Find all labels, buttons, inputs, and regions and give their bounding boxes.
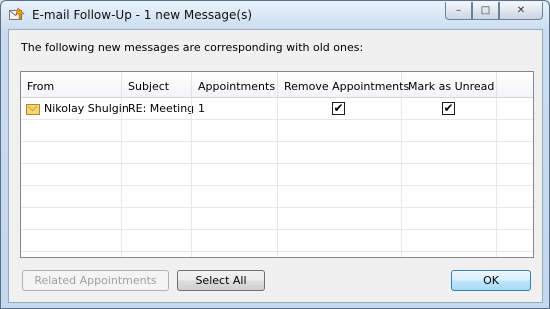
close-button[interactable]: ✕: [499, 2, 543, 20]
column-header-remove-appointments[interactable]: Remove Appointments: [278, 72, 409, 97]
minimize-button[interactable]: –: [445, 2, 472, 20]
caption-buttons: – □ ✕: [445, 2, 543, 20]
column-header-subject[interactable]: Subject: [122, 72, 192, 97]
window-title: E-mail Follow-Up - 1 new Message(s): [32, 8, 253, 22]
email-icon: [26, 103, 40, 115]
column-header-mark-as-unread[interactable]: Mark as Unread: [402, 72, 497, 97]
grid-header: From Subject Appointments Remove Appoint…: [21, 72, 533, 98]
remove-appointments-checkbox[interactable]: ✔: [332, 102, 345, 115]
maximize-button[interactable]: □: [472, 2, 499, 20]
cell-remove-appointments: ✔: [278, 98, 402, 119]
maximize-icon: □: [480, 5, 491, 16]
cell-appointments: 1: [192, 98, 278, 119]
minimize-icon: –: [456, 5, 461, 16]
dialog-window: E-mail Follow-Up - 1 new Message(s) – □ …: [0, 0, 550, 309]
close-icon: ✕: [516, 5, 526, 16]
cell-mark-as-unread: ✔: [402, 98, 497, 119]
title-bar[interactable]: E-mail Follow-Up - 1 new Message(s) – □ …: [1, 1, 549, 29]
mark-as-unread-checkbox[interactable]: ✔: [442, 102, 455, 115]
messages-grid[interactable]: From Subject Appointments Remove Appoint…: [20, 71, 534, 258]
ok-button[interactable]: OK: [451, 270, 531, 291]
column-divider: [277, 98, 278, 257]
column-divider: [401, 98, 402, 257]
column-header-appointments[interactable]: Appointments: [192, 72, 278, 97]
column-divider: [191, 98, 192, 257]
email-followup-icon: [9, 7, 25, 20]
from-text: Nikolay Shulgin: [44, 102, 129, 115]
select-all-button[interactable]: Select All: [177, 270, 265, 291]
related-appointments-button[interactable]: Related Appointments: [22, 270, 169, 291]
cell-from: Nikolay Shulgin: [21, 98, 129, 119]
intro-text: The following new messages are correspon…: [21, 41, 364, 54]
column-header-from[interactable]: From: [21, 72, 122, 97]
cell-subject: RE: Meeting: [122, 98, 194, 119]
dialog-content: The following new messages are correspon…: [8, 29, 543, 303]
column-divider: [496, 98, 497, 257]
column-divider: [121, 98, 122, 257]
